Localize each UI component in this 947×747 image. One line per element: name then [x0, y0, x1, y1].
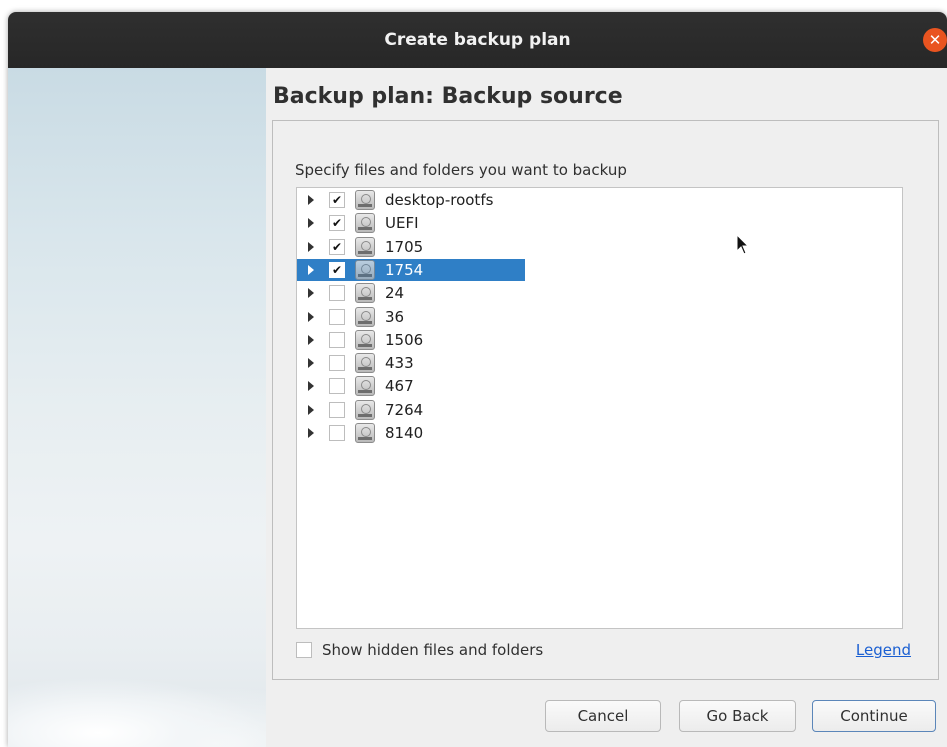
- continue-button[interactable]: Continue: [812, 700, 936, 732]
- drive-icon: [355, 213, 375, 234]
- show-hidden-checkbox[interactable]: [296, 642, 312, 658]
- expander-arrow-icon[interactable]: [308, 404, 314, 415]
- tree-row[interactable]: 24: [297, 282, 404, 304]
- tree-row-label: 433: [385, 354, 414, 373]
- dialog-window: Create backup plan ✕ Backup plan: Backup…: [8, 12, 947, 747]
- drive-icon: [355, 190, 375, 210]
- tree-row-label: UEFI: [385, 214, 419, 233]
- tree-row-checkbox[interactable]: [329, 331, 345, 348]
- tree-row[interactable]: 7264: [297, 399, 423, 421]
- tree-row-label: 1754: [385, 260, 424, 279]
- expander-arrow-icon[interactable]: [308, 195, 314, 205]
- drive-icon: [355, 329, 375, 350]
- drive-icon: [355, 376, 375, 397]
- tree-row[interactable]: 8140: [297, 422, 423, 444]
- expander-arrow-icon[interactable]: [308, 288, 314, 299]
- window-title: Create backup plan: [384, 30, 571, 50]
- tree-row-label: desktop-rootfs: [385, 191, 494, 209]
- expander-arrow-icon[interactable]: [308, 241, 314, 252]
- drive-icon: [355, 306, 375, 327]
- expander-arrow-icon[interactable]: [308, 334, 314, 345]
- tree-row[interactable]: ✔ 1754: [297, 258, 525, 281]
- tree-row-label: 7264: [385, 400, 424, 419]
- tree-row-label: 467: [385, 377, 414, 396]
- tree-row-label: 1705: [385, 237, 424, 256]
- tree-row-checkbox[interactable]: ✔: [329, 192, 345, 208]
- tree-row-checkbox[interactable]: [329, 425, 345, 441]
- legend-link[interactable]: Legend: [856, 641, 911, 659]
- tree-row[interactable]: 1506: [297, 329, 423, 351]
- mouse-pointer-icon: [736, 234, 750, 255]
- tree-row[interactable]: ✔ 1705: [297, 236, 423, 258]
- drive-icon: [355, 236, 375, 257]
- expander-arrow-icon[interactable]: [308, 264, 314, 275]
- source-tree[interactable]: ✔ desktop-rootfs ✔ UEFI ✔ 1705 ✔ 1754 24 36 1506 43…: [296, 187, 903, 629]
- tree-row-checkbox[interactable]: [329, 378, 345, 395]
- drive-icon: [355, 399, 375, 420]
- close-icon[interactable]: ✕: [923, 28, 947, 52]
- expander-arrow-icon[interactable]: [308, 311, 314, 322]
- expander-arrow-icon[interactable]: [308, 381, 314, 392]
- tree-row-checkbox[interactable]: [329, 285, 345, 302]
- page-heading: Backup plan: Backup source: [273, 84, 623, 109]
- tree-row-checkbox[interactable]: ✔: [329, 215, 345, 232]
- go-back-button[interactable]: Go Back: [679, 700, 796, 732]
- drive-icon: [355, 259, 375, 280]
- show-hidden-option[interactable]: Show hidden files and folders: [296, 641, 543, 659]
- backup-source-panel: Specify files and folders you want to ba…: [272, 120, 939, 680]
- tree-row-label: 1506: [385, 330, 424, 349]
- tree-row[interactable]: 433: [297, 352, 414, 374]
- cloud-decoration: [8, 677, 266, 747]
- tree-row-checkbox[interactable]: [329, 355, 345, 372]
- tree-row-checkbox[interactable]: [329, 308, 345, 325]
- tree-row-label: 36: [385, 307, 405, 326]
- tree-row-checkbox[interactable]: [329, 401, 345, 418]
- expander-arrow-icon[interactable]: [308, 218, 314, 229]
- drive-icon: [355, 353, 375, 374]
- show-hidden-label: Show hidden files and folders: [322, 641, 544, 659]
- title-bar[interactable]: Create backup plan ✕: [8, 12, 947, 68]
- expander-arrow-icon[interactable]: [308, 358, 314, 369]
- cancel-button[interactable]: Cancel: [545, 700, 661, 732]
- tree-row[interactable]: 36: [297, 306, 404, 328]
- drive-icon: [355, 283, 375, 304]
- expander-arrow-icon[interactable]: [308, 428, 314, 438]
- tree-row-label: 24: [385, 284, 405, 303]
- tree-row[interactable]: 467: [297, 375, 414, 397]
- sidebar-background-image: [8, 68, 266, 747]
- tree-row[interactable]: ✔ UEFI: [297, 212, 419, 234]
- instruction-text: Specify files and folders you want to ba…: [295, 161, 627, 179]
- tree-row-checkbox[interactable]: ✔: [329, 238, 345, 255]
- tree-row-label: 8140: [385, 424, 424, 442]
- tree-row-checkbox[interactable]: ✔: [329, 261, 345, 278]
- tree-row[interactable]: ✔ desktop-rootfs: [297, 189, 493, 211]
- drive-icon: [355, 423, 375, 443]
